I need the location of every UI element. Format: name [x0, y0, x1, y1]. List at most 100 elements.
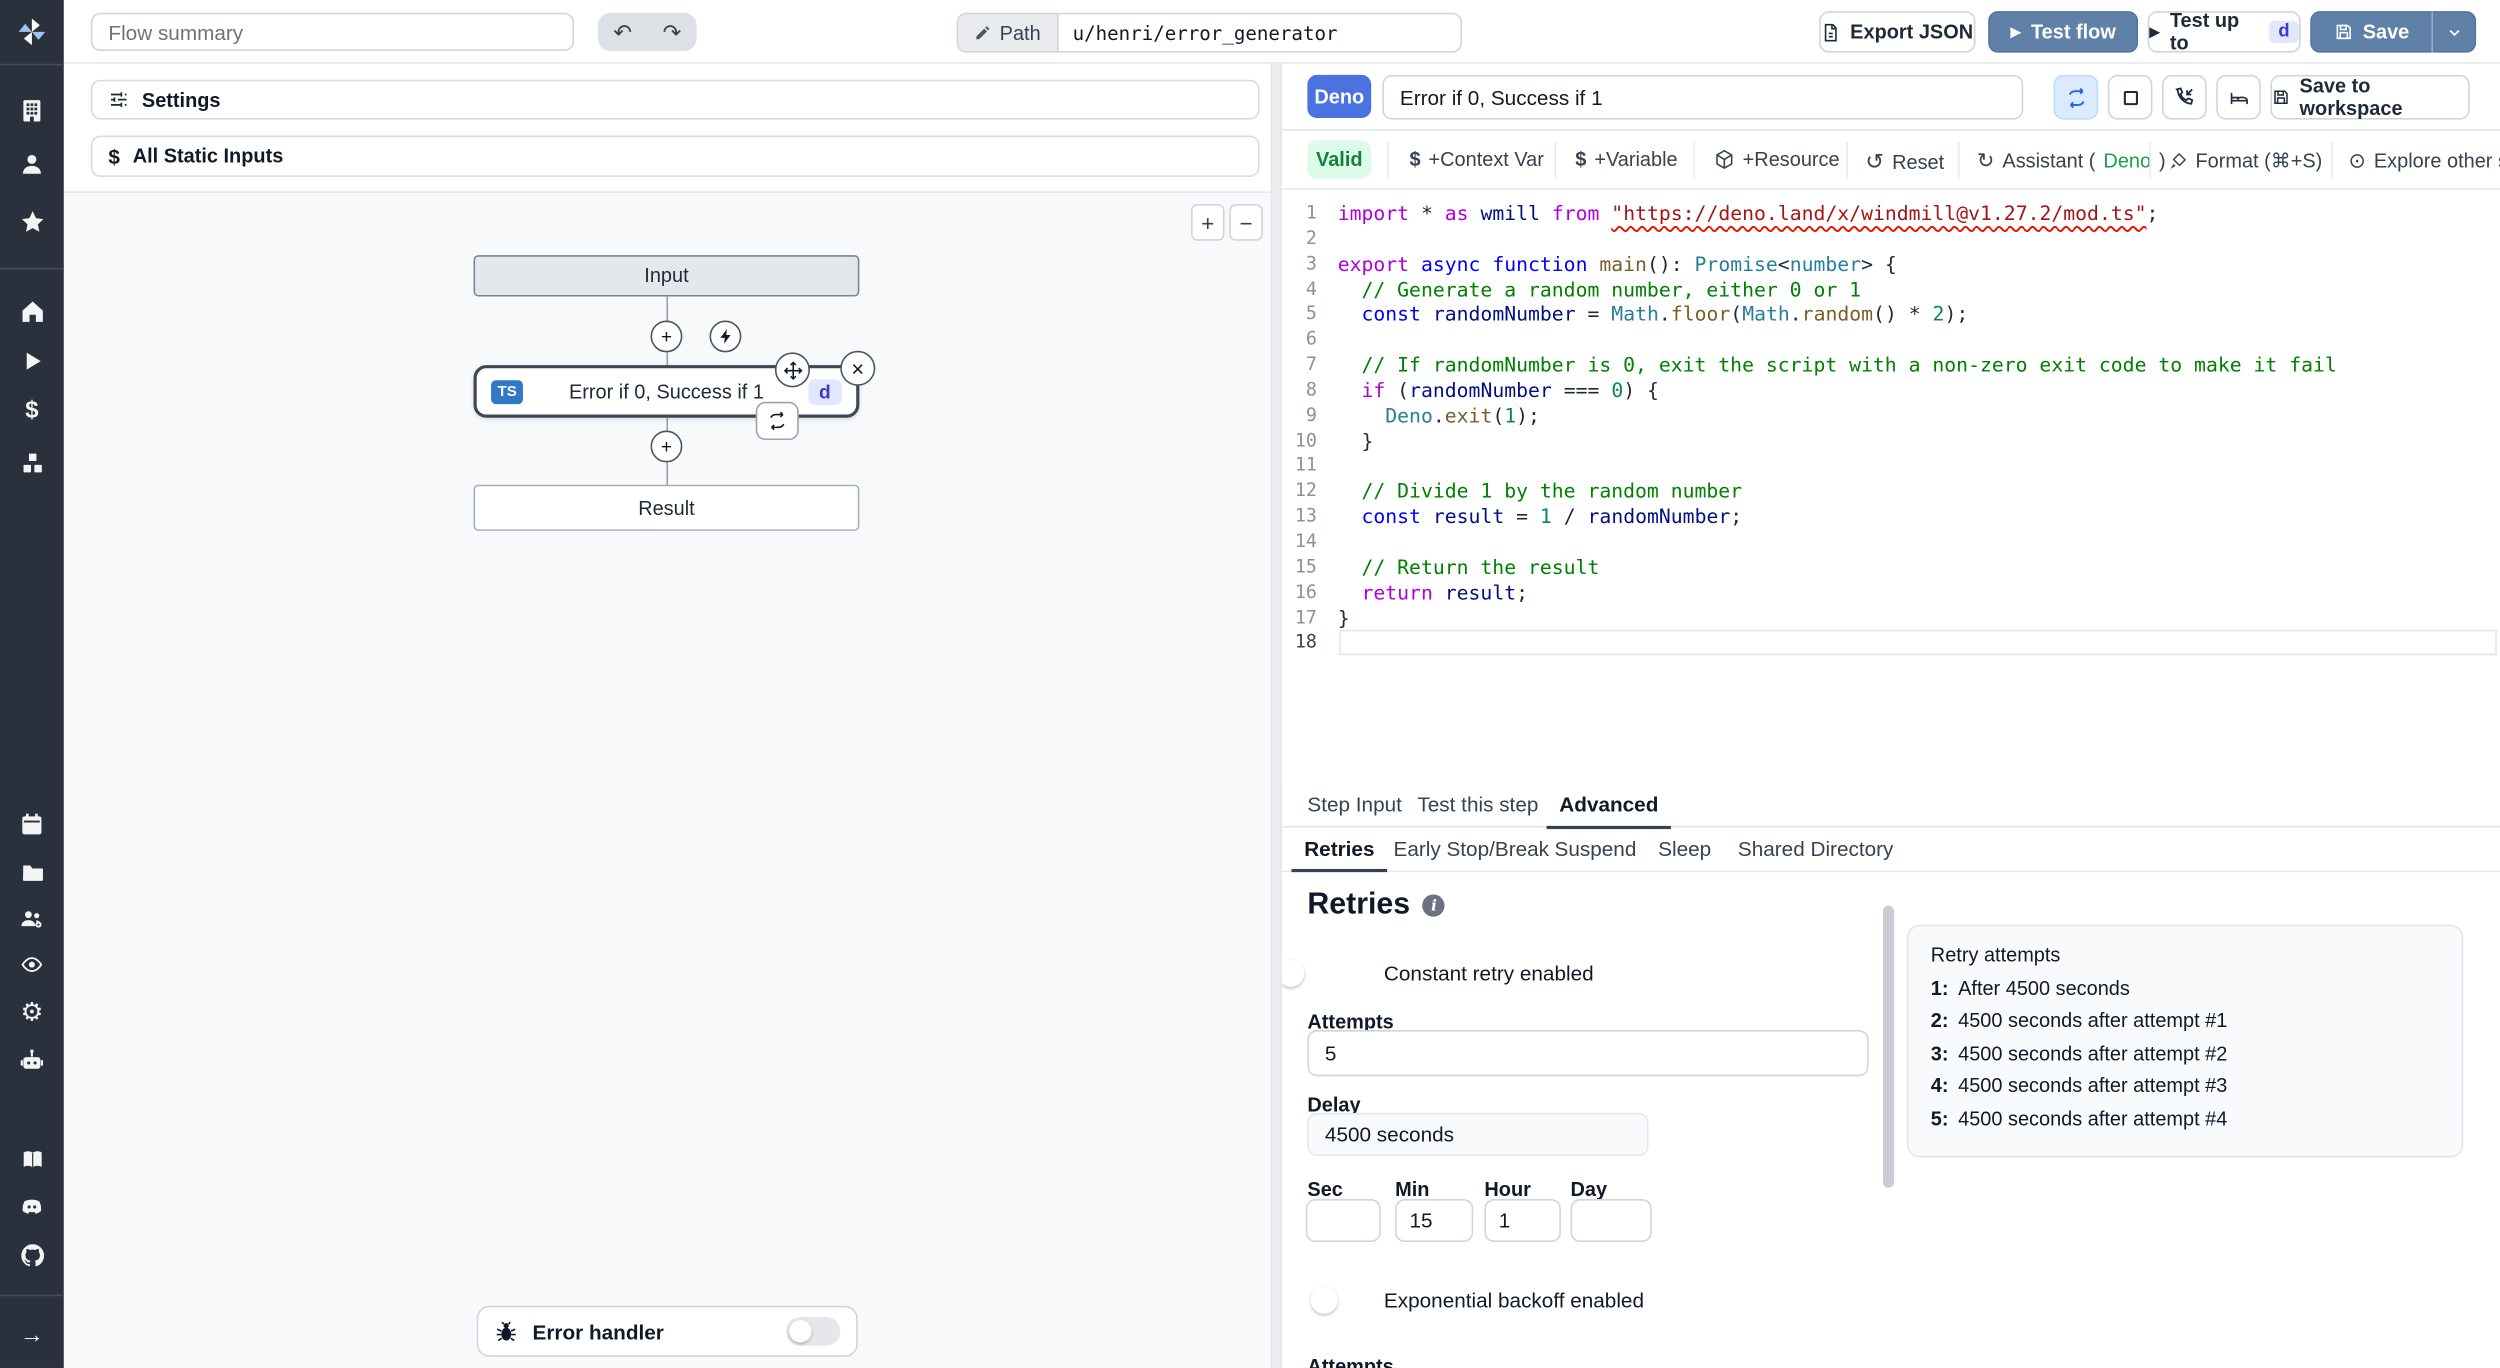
trigger-bolt-button[interactable]: [709, 320, 742, 353]
code-line[interactable]: 4 // Generate a random number, either 0 …: [1282, 277, 2500, 302]
step-id-badge: d: [2268, 20, 2300, 44]
error-handler-toggle[interactable]: [786, 1316, 841, 1346]
line-number: 8: [1305, 377, 1317, 401]
stop-condition-button[interactable]: [2107, 74, 2153, 120]
code-line[interactable]: 17}: [1282, 605, 2500, 630]
code-line[interactable]: 6: [1282, 327, 2500, 352]
flow-panel: Settings $ All Static Inputs + − Input +…: [63, 63, 1271, 1368]
line-number: 12: [1294, 478, 1317, 502]
add-step-button-bottom[interactable]: +: [650, 430, 683, 463]
code-line[interactable]: 7 // If randomNumber is 0, exit the scri…: [1282, 352, 2500, 377]
code-line[interactable]: 18: [1282, 630, 2500, 656]
export-json-button[interactable]: Export JSON: [1819, 11, 1976, 53]
subtab-retries[interactable]: Retries: [1291, 837, 1388, 873]
home-icon[interactable]: [0, 290, 64, 331]
settings-row-button[interactable]: Settings: [90, 79, 1260, 120]
assistant-button[interactable]: ↻ Assistant (Deno): [1977, 148, 2166, 174]
min-input[interactable]: 15: [1395, 1198, 1474, 1243]
panel-splitter[interactable]: [1270, 63, 1282, 1368]
code-line[interactable]: 13 const result = 1 / randomNumber;: [1282, 504, 2500, 529]
runs-play-icon[interactable]: [0, 340, 64, 381]
collapse-arrow-icon[interactable]: →: [0, 1314, 64, 1355]
flow-summary-input[interactable]: Flow summary: [90, 12, 574, 52]
user-icon[interactable]: [0, 143, 64, 184]
code-line[interactable]: 1 import * as wmill from "https://deno.la…: [1282, 201, 2500, 226]
subtab-suspend[interactable]: Suspend: [1555, 837, 1637, 861]
favorites-star-icon[interactable]: [0, 201, 64, 242]
delay-input[interactable]: 4500 seconds: [1307, 1112, 1649, 1156]
flow-graph-canvas[interactable]: + − Input + TS Error if 0, Success if 1 …: [63, 191, 1271, 1368]
add-context-var-button[interactable]: $ +Context Var: [1409, 148, 1543, 170]
move-step-handle[interactable]: [774, 352, 810, 388]
format-button[interactable]: Format (⌘+S): [2168, 148, 2322, 172]
test-up-to-button[interactable]: ▶ Test up to d: [2147, 10, 2301, 54]
add-resource-button[interactable]: +Resource: [1714, 148, 1840, 171]
subtab-early-stop[interactable]: Early Stop/Break: [1393, 837, 1549, 861]
workers-robot-icon[interactable]: [0, 1040, 64, 1081]
subtab-shared-directory[interactable]: Shared Directory: [1738, 837, 1894, 861]
delete-step-button[interactable]: ×: [840, 350, 876, 386]
suspend-step-button[interactable]: [2161, 74, 2207, 120]
reset-button[interactable]: ↺ Reset: [1865, 148, 1944, 175]
code-line[interactable]: 5 const randomNumber = Math.floor(Math.r…: [1282, 302, 2500, 327]
retry-settings-toggle-button[interactable]: [2053, 74, 2099, 120]
docs-book-icon[interactable]: [0, 1138, 64, 1179]
test-flow-button[interactable]: ▶ Test flow: [1988, 11, 2139, 53]
code-line[interactable]: 15 // Return the result: [1282, 555, 2500, 580]
sleep-step-button[interactable]: [2216, 74, 2261, 120]
tab-step-input[interactable]: Step Input: [1307, 792, 1402, 816]
sec-input[interactable]: [1305, 1198, 1381, 1243]
discord-icon[interactable]: [0, 1186, 64, 1227]
redo-icon[interactable]: ↷: [663, 18, 682, 45]
undo-icon[interactable]: ↶: [613, 18, 632, 45]
all-static-inputs-row-button[interactable]: $ All Static Inputs: [90, 135, 1260, 177]
code-line[interactable]: 8 if (randomNumber === 0) {: [1282, 378, 2500, 403]
windmill-logo-icon[interactable]: [0, 11, 64, 52]
schedules-calendar-icon[interactable]: [0, 804, 64, 845]
resources-cubes-icon[interactable]: [0, 442, 64, 483]
save-dropdown-button[interactable]: [2433, 23, 2474, 41]
day-input[interactable]: [1570, 1198, 1652, 1243]
code-line[interactable]: 11: [1282, 454, 2500, 479]
code-line[interactable]: 14: [1282, 529, 2500, 554]
add-variable-button[interactable]: $ +Variable: [1575, 148, 1677, 170]
hour-input[interactable]: 1: [1484, 1198, 1561, 1243]
attempts-input[interactable]: 5: [1307, 1029, 1869, 1077]
code-line[interactable]: 16 return result;: [1282, 580, 2500, 605]
result-node[interactable]: Result: [473, 484, 860, 531]
variables-dollar-icon[interactable]: $: [0, 389, 64, 430]
code-token: async: [1420, 251, 1493, 276]
explore-scripts-button[interactable]: ⊙ Explore other s: [2349, 148, 2500, 174]
zoom-out-button[interactable]: −: [1229, 204, 1263, 241]
code-line[interactable]: 9 Deno.exit(1);: [1282, 403, 2500, 428]
code-line[interactable]: 10 }: [1282, 428, 2500, 453]
zoom-in-button[interactable]: +: [1191, 204, 1225, 241]
code-line[interactable]: 3 export async function main(): Promise<n…: [1282, 251, 2500, 276]
save-button[interactable]: Save: [2312, 21, 2432, 43]
scrollbar-thumb[interactable]: [1882, 905, 1895, 1188]
input-node[interactable]: Input: [473, 255, 860, 297]
subtab-sleep[interactable]: Sleep: [1658, 837, 1711, 861]
settings-gear-icon[interactable]: ⚙: [0, 992, 64, 1033]
code-editor[interactable]: 1 import * as wmill from "https://deno.la…: [1281, 189, 2500, 783]
groups-icon[interactable]: [0, 898, 64, 939]
tab-advanced[interactable]: Advanced: [1546, 792, 1672, 830]
step-retry-indicator-button[interactable]: [755, 401, 799, 441]
code-line[interactable]: 2: [1282, 226, 2500, 251]
step-title-input[interactable]: Error if 0, Success if 1: [1382, 74, 2024, 120]
path-group[interactable]: Path u/henri/error_generator: [956, 12, 1463, 53]
tab-test-this-step[interactable]: Test this step: [1417, 792, 1538, 816]
code-token: randomNumber: [1587, 504, 1731, 528]
folders-icon[interactable]: [0, 851, 64, 892]
workspace-icon[interactable]: [0, 89, 64, 130]
save-to-workspace-button[interactable]: Save to workspace: [2270, 74, 2470, 120]
github-icon[interactable]: [0, 1234, 64, 1275]
audit-logs-eye-icon[interactable]: [0, 944, 64, 985]
path-value[interactable]: u/henri/error_generator: [1058, 14, 1338, 51]
code-token: // Generate a random number, either 0 or…: [1337, 276, 1862, 301]
add-step-button-top[interactable]: +: [650, 320, 683, 353]
code-line[interactable]: 12 // Divide 1 by the random number: [1282, 479, 2500, 504]
error-handler-box[interactable]: Error handler: [476, 1305, 858, 1357]
editor-toolbar: Valid $ +Context Var $ +Variable +Resour…: [1281, 131, 2500, 190]
info-icon[interactable]: i: [1422, 894, 1446, 917]
